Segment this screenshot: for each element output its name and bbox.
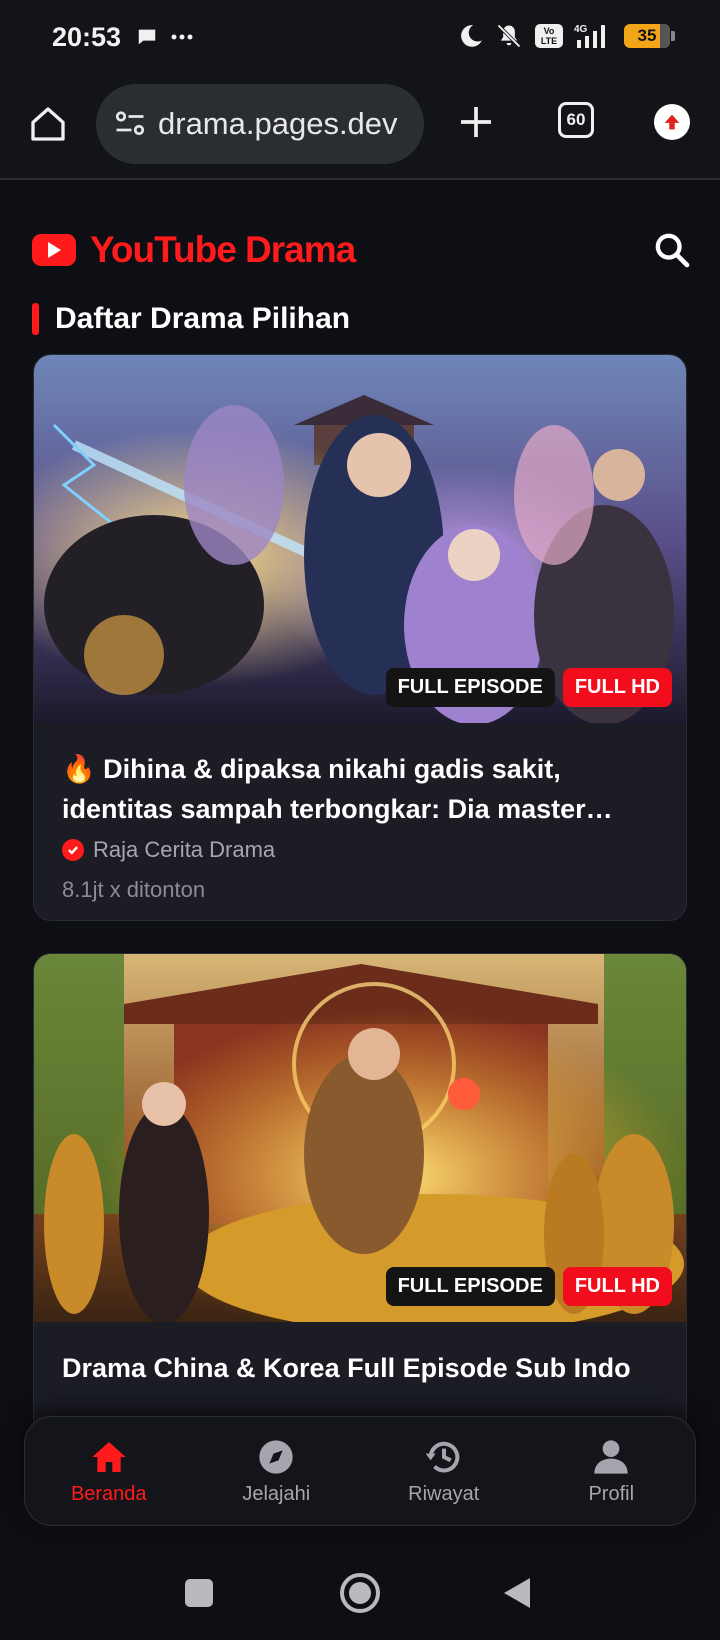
history-icon <box>425 1441 460 1472</box>
back-icon[interactable] <box>502 1576 532 1610</box>
youtube-logo-icon[interactable] <box>32 234 76 266</box>
view-count: 8.1jt x ditonton <box>62 877 206 902</box>
verified-icon <box>62 839 84 861</box>
thumbnail-badges: FULL EPISODE FULL HD <box>385 1267 672 1306</box>
app-header: YouTube Drama <box>32 222 692 278</box>
drama-title[interactable]: Drama China & Korea Full Episode Sub Ind… <box>62 1348 658 1388</box>
browser-toolbar: drama.pages.dev 60 <box>0 80 720 180</box>
battery-indicator: 35 <box>624 24 675 48</box>
full-hd-badge: FULL HD <box>562 668 672 707</box>
new-tab-icon[interactable] <box>456 102 496 142</box>
user-icon <box>594 1439 628 1474</box>
nav-item-jelajahi[interactable]: Jelajahi <box>193 1417 361 1525</box>
thumbnail-badges: FULL EPISODE FULL HD <box>385 668 672 707</box>
home-circle-icon[interactable] <box>339 1572 381 1614</box>
site-settings-icon[interactable] <box>112 106 148 142</box>
compass-icon <box>259 1439 293 1474</box>
address-bar[interactable]: drama.pages.dev <box>96 84 424 164</box>
nav-label: Jelajahi <box>242 1482 311 1505</box>
chat-bubble-icon <box>138 29 156 45</box>
mute-icon <box>497 24 521 48</box>
drama-thumbnail[interactable]: FULL EPISODE FULL HD <box>34 954 686 1322</box>
section-accent-bar <box>32 303 39 335</box>
svg-text:LTE: LTE <box>541 36 557 46</box>
battery-level: 35 <box>637 26 657 45</box>
brand-title[interactable]: YouTube Drama <box>90 229 356 271</box>
drama-thumbnail[interactable]: FULL EPISODE FULL HD <box>34 355 686 723</box>
home-icon <box>92 1441 126 1472</box>
drama-card[interactable]: FULL EPISODE FULL HD Drama China & Korea… <box>33 953 687 1481</box>
nav-item-riwayat[interactable]: Riwayat <box>360 1417 528 1525</box>
section-title: Daftar Drama Pilihan <box>32 302 350 336</box>
moon-icon <box>461 25 482 47</box>
channel-name: Raja Cerita Drama <box>93 837 276 862</box>
nav-item-beranda[interactable]: Beranda <box>25 1417 193 1525</box>
full-hd-badge: FULL HD <box>562 1267 672 1306</box>
section-title-text: Daftar Drama Pilihan <box>55 302 351 335</box>
more-dots-icon <box>171 34 193 40</box>
channel-row[interactable]: Raja Cerita Drama <box>62 837 658 863</box>
full-episode-badge: FULL EPISODE <box>385 1267 555 1306</box>
bottom-navigation: Beranda Jelajahi Riwayat Profil <box>24 1416 696 1526</box>
nav-label: Profil <box>588 1482 635 1505</box>
signal-4g-icon: 4G <box>574 24 605 48</box>
drama-card[interactable]: FULL EPISODE FULL HD 🔥 Dihina & dipaksa … <box>33 354 687 921</box>
full-episode-badge: FULL EPISODE <box>385 668 555 707</box>
status-system-icons: Vo LTE 4G 35 <box>458 22 675 50</box>
browser-home-icon[interactable] <box>28 104 68 144</box>
nav-label: Riwayat <box>408 1482 480 1505</box>
update-icon[interactable] <box>654 104 690 140</box>
card-info: Drama China & Korea Full Episode Sub Ind… <box>34 1322 686 1388</box>
svg-text:4G: 4G <box>574 24 588 35</box>
url-text[interactable]: drama.pages.dev <box>158 106 398 142</box>
recents-icon[interactable] <box>184 1578 214 1608</box>
nav-item-profil[interactable]: Profil <box>528 1417 696 1525</box>
volte-icon: VoLTE <box>535 24 563 48</box>
card-info: 🔥 Dihina & dipaksa nikahi gadis sakit, i… <box>34 723 686 903</box>
status-notification-icons <box>136 26 194 48</box>
system-navigation-bar <box>0 1546 720 1640</box>
search-icon[interactable] <box>652 230 692 270</box>
status-bar: 20:53 Vo LTE 4G 35 <box>0 0 720 80</box>
svg-text:Vo: Vo <box>544 26 555 36</box>
status-time: 20:53 <box>52 22 122 52</box>
nav-label: Beranda <box>70 1482 147 1505</box>
drama-title[interactable]: 🔥 Dihina & dipaksa nikahi gadis sakit, i… <box>62 749 658 829</box>
tab-switcher-button[interactable]: 60 <box>558 102 594 138</box>
